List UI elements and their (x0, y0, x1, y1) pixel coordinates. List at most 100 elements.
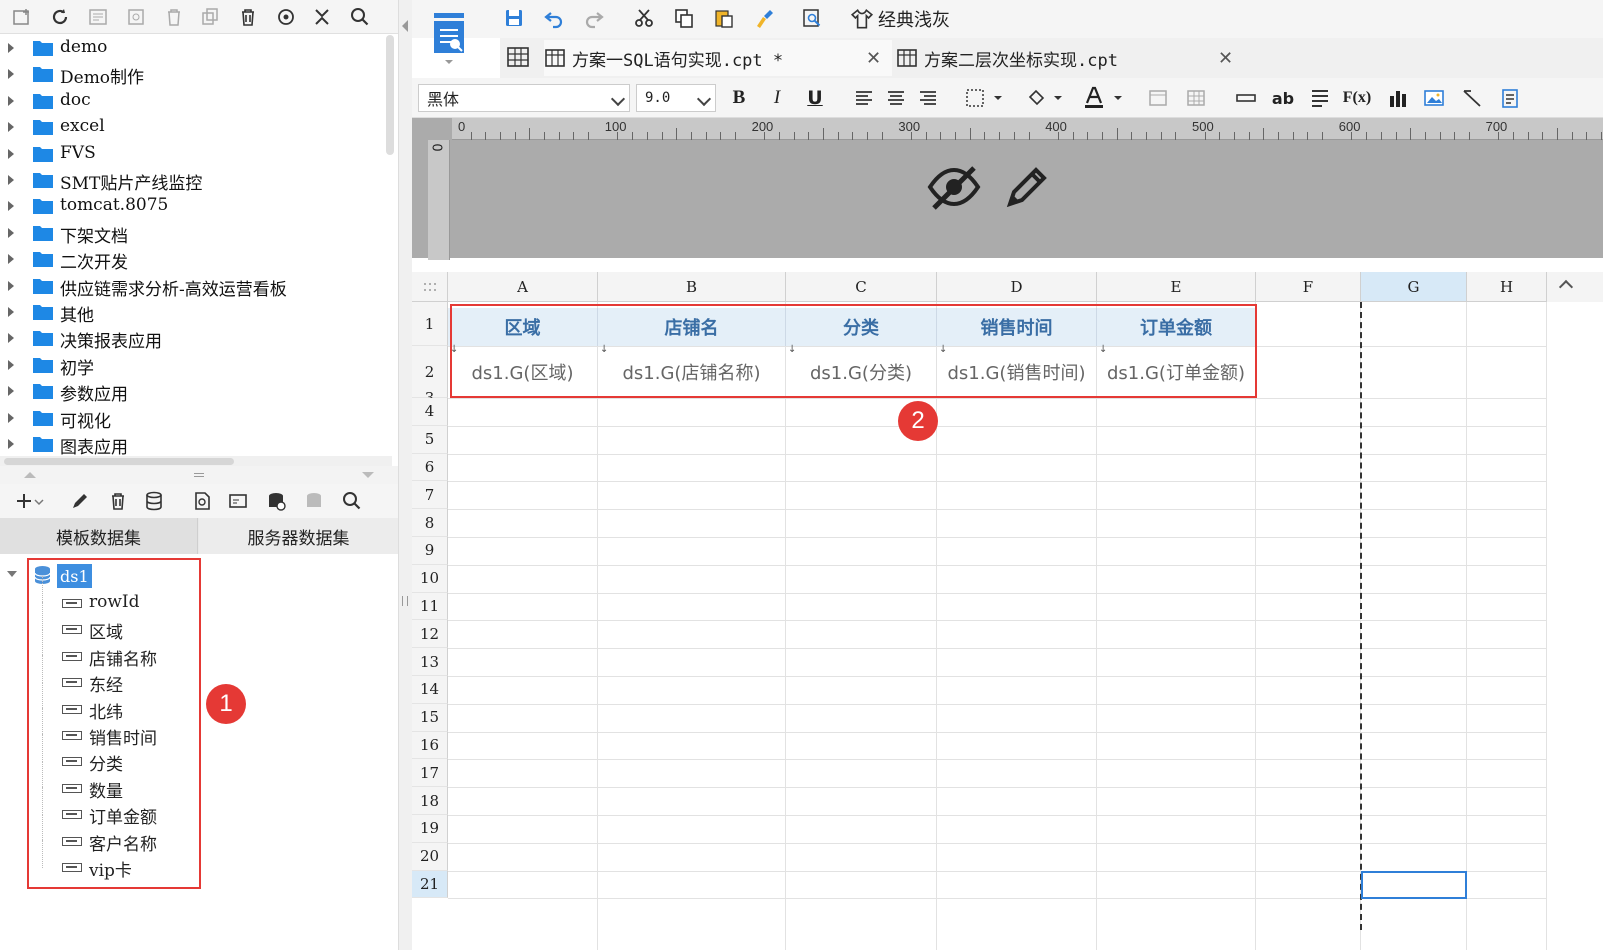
database-icon[interactable] (140, 488, 168, 514)
column-header-g[interactable]: G (1361, 272, 1467, 302)
expand-arrow-icon[interactable] (8, 280, 14, 291)
expand-arrow-icon[interactable] (8, 175, 14, 185)
close-tab-icon[interactable]: ✕ (866, 48, 881, 69)
template-logo-icon[interactable] (430, 10, 468, 68)
slash-icon[interactable] (1458, 84, 1486, 112)
collapse-down-icon[interactable] (362, 472, 374, 478)
row-header-14[interactable]: 14 (412, 676, 448, 704)
row-header-4[interactable]: 4 (412, 398, 448, 426)
trash-icon[interactable] (234, 4, 262, 30)
row-header-17[interactable]: 17 (412, 759, 448, 788)
copy-icon[interactable] (196, 4, 224, 30)
cell-style-icon[interactable] (1144, 84, 1172, 112)
row-header-11[interactable]: 11 (412, 592, 448, 621)
image-icon[interactable] (1420, 84, 1448, 112)
tree-folder-item[interactable]: 供应链需求分析-高效运营看板 (0, 273, 392, 300)
search-icon[interactable] (346, 4, 374, 30)
expand-arrow-icon[interactable] (7, 571, 17, 577)
tab-file-2[interactable]: 方案二层次坐标实现.cpt ✕ (896, 40, 1236, 76)
tab-server-dataset[interactable]: 服务器数据集 (199, 518, 398, 554)
row-header-12[interactable]: 12 (412, 620, 448, 649)
locate-icon[interactable] (272, 4, 300, 30)
underline-button[interactable]: U (802, 84, 828, 112)
expand-arrow-icon[interactable] (8, 43, 14, 53)
row-header-1[interactable]: 1 (412, 302, 448, 346)
tree-folder-item[interactable]: 可视化 (0, 405, 392, 432)
refresh-icon[interactable] (46, 4, 74, 30)
expand-arrow-icon[interactable] (8, 148, 14, 159)
formula-button[interactable]: F(x) (1342, 84, 1372, 112)
row-header-6[interactable]: 6 (412, 453, 448, 482)
cut-icon[interactable] (630, 5, 658, 31)
paste-icon[interactable] (710, 5, 738, 31)
tree-folder-item[interactable]: demo (0, 35, 392, 62)
add-dataset-icon[interactable] (10, 488, 50, 514)
search-dataset-icon[interactable] (338, 488, 366, 514)
settings-icon[interactable] (122, 4, 150, 30)
theme-button[interactable]: 经典浅灰 (850, 5, 950, 33)
expand-arrow-icon[interactable] (8, 307, 14, 317)
paragraph-icon[interactable] (1306, 84, 1334, 112)
tree-folder-item[interactable]: FVS (0, 141, 392, 168)
column-header-d[interactable]: D (937, 272, 1097, 302)
tree-folder-item[interactable]: excel (0, 114, 392, 141)
edit-dataset-icon[interactable] (66, 488, 94, 514)
border-icon[interactable] (960, 84, 1008, 112)
row-header-13[interactable]: 13 (412, 648, 448, 676)
collapse-left-icon[interactable] (402, 20, 408, 32)
row-header-21[interactable]: 21 (412, 870, 448, 899)
row-header-5[interactable]: 5 (412, 425, 448, 454)
vertical-splitter[interactable] (398, 0, 412, 950)
delete-dataset-icon[interactable] (104, 488, 132, 514)
tree-folder-item[interactable]: 参数应用 (0, 378, 392, 405)
redo-icon[interactable] (580, 5, 608, 31)
align-center-icon[interactable] (882, 84, 910, 112)
font-size-select[interactable]: 9.0 (636, 84, 716, 112)
tab-file-1[interactable]: 方案一SQL语句实现.cpt * ✕ (544, 40, 892, 76)
row-header-20[interactable]: 20 (412, 842, 448, 871)
text-tool-button[interactable]: ab (1268, 84, 1298, 112)
tree-folder-item[interactable]: SMT贴片产线监控 (0, 167, 392, 194)
tab-template-dataset[interactable]: 模板数据集 (0, 518, 198, 554)
chart-icon[interactable] (1384, 84, 1412, 112)
row-header-18[interactable]: 18 (412, 787, 448, 815)
row-header-7[interactable]: 7 (412, 481, 448, 510)
new-template-icon[interactable] (8, 4, 36, 30)
italic-button[interactable]: I (764, 84, 790, 112)
expand-arrow-icon[interactable] (8, 412, 14, 423)
row-header-8[interactable]: 8 (412, 509, 448, 537)
tree-folder-item[interactable]: 图表应用 (0, 431, 392, 458)
expand-arrow-icon[interactable] (8, 201, 14, 212)
select-all-corner[interactable] (412, 272, 448, 302)
text-field-icon[interactable] (1232, 84, 1260, 112)
tree-horizontal-scrollbar[interactable] (4, 458, 234, 465)
selected-cell[interactable] (1361, 870, 1467, 899)
edit-params-icon[interactable] (224, 488, 252, 514)
tree-folder-item[interactable]: 决策报表应用 (0, 325, 392, 352)
row-header-16[interactable]: 16 (412, 731, 448, 760)
column-header-c[interactable]: C (786, 272, 937, 302)
edit-pencil-icon[interactable] (1004, 162, 1052, 210)
collapse-up-icon[interactable] (24, 472, 36, 478)
format-painter-icon[interactable] (750, 5, 778, 31)
grip-icon[interactable] (402, 596, 408, 606)
row-header-9[interactable]: 9 (412, 537, 448, 565)
align-right-icon[interactable] (914, 84, 942, 112)
font-family-select[interactable]: 黑体 (418, 84, 630, 112)
expand-arrow-icon[interactable] (8, 333, 14, 344)
tree-folder-item[interactable]: 下架文档 (0, 220, 392, 247)
column-header-a[interactable]: A (448, 272, 598, 302)
tree-vertical-scrollbar[interactable] (386, 35, 394, 155)
row-header-10[interactable]: 10 (412, 564, 448, 593)
fill-color-icon[interactable] (1020, 84, 1068, 112)
preview-dataset-icon[interactable] (188, 488, 216, 514)
collapse-icon[interactable] (308, 4, 336, 30)
column-header-b[interactable]: B (598, 272, 786, 302)
database-disabled-icon[interactable] (300, 488, 328, 514)
subreport-icon[interactable] (1496, 84, 1524, 112)
expand-arrow-icon[interactable] (8, 95, 14, 106)
tree-folder-item[interactable]: 其他 (0, 299, 392, 326)
tree-folder-item[interactable]: tomcat.8075 (0, 193, 392, 220)
expand-arrow-icon[interactable] (8, 69, 14, 80)
template-props-icon[interactable] (84, 4, 112, 30)
